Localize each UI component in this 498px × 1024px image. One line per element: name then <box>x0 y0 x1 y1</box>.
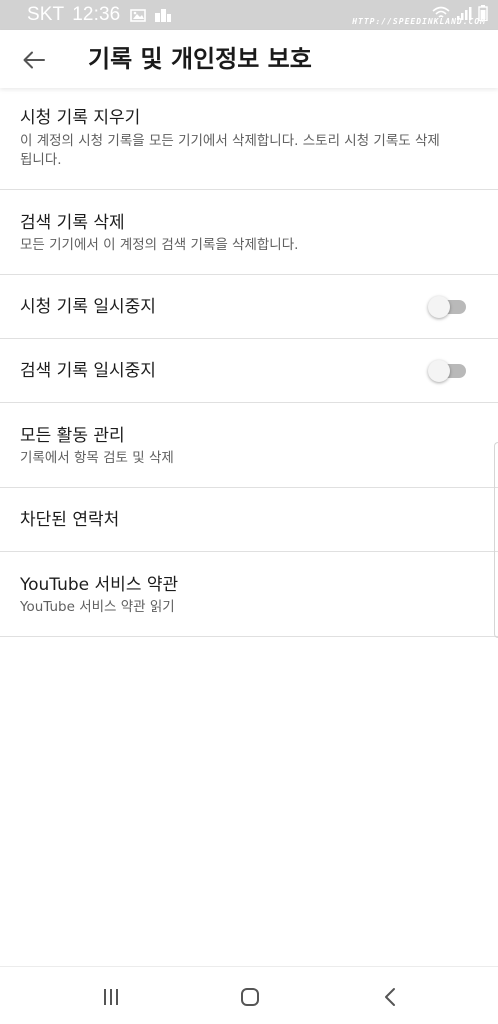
setting-description: 기록에서 항목 검토 및 삭제 <box>20 450 174 466</box>
setting-clear-search-history[interactable]: 검색 기록 삭제 모든 기기에서 이 계정의 검색 기록을 삭제합니다. <box>0 190 498 275</box>
setting-description: 이 계정의 시청 기록을 모든 기기에서 삭제합니다. 스토리 시청 기록도 삭… <box>20 133 440 168</box>
setting-title: 모든 활동 관리 <box>20 426 125 446</box>
page-title: 기록 및 개인정보 보호 <box>88 45 312 73</box>
setting-clear-watch-history[interactable]: 시청 기록 지우기 이 계정의 시청 기록을 모든 기기에서 삭제합니다. 스토… <box>0 88 498 190</box>
status-left: SKT 12:36 <box>27 4 172 26</box>
toggle-thumb <box>428 296 450 318</box>
setting-youtube-terms[interactable]: YouTube 서비스 약관 YouTube 서비스 약관 읽기 <box>0 552 498 637</box>
pause-search-history-toggle[interactable] <box>428 359 466 383</box>
pause-watch-history-toggle[interactable] <box>428 295 466 319</box>
watermark: HTTP://SPEEDINKLAND.COM <box>352 17 486 26</box>
navigation-bar <box>0 966 498 1024</box>
setting-title: YouTube 서비스 약관 <box>20 575 179 595</box>
setting-manage-all-activity[interactable]: 모든 활동 관리 기록에서 항목 검토 및 삭제 <box>0 403 498 488</box>
toggle-thumb <box>428 360 450 382</box>
carrier-label: SKT <box>27 4 65 25</box>
setting-pause-watch-history[interactable]: 시청 기록 일시중지 <box>0 275 498 339</box>
image-icon <box>130 8 147 22</box>
setting-description: YouTube 서비스 약관 읽기 <box>20 599 175 615</box>
setting-blocked-contacts[interactable]: 차단된 연락처 <box>0 488 498 552</box>
home-icon <box>240 987 260 1007</box>
clock: 12:36 <box>72 4 121 25</box>
back-icon <box>383 987 397 1007</box>
setting-description: 모든 기기에서 이 계정의 검색 기록을 삭제합니다. <box>20 237 299 253</box>
recent-apps-icon <box>101 988 121 1006</box>
back-button[interactable] <box>18 44 50 76</box>
setting-title: 시청 기록 지우기 <box>20 108 141 128</box>
app-bar: 기록 및 개인정보 보호 <box>0 30 498 88</box>
edge-panel-handle[interactable] <box>494 442 498 638</box>
nav-back-button[interactable] <box>374 981 406 1013</box>
buildings-icon <box>154 8 172 22</box>
setting-title: 검색 기록 삭제 <box>20 213 125 233</box>
back-arrow-icon <box>23 51 45 69</box>
status-bar: SKT 12:36 HTTP://SPEEDINKLAND.COM <box>0 0 498 30</box>
settings-list: 시청 기록 지우기 이 계정의 시청 기록을 모든 기기에서 삭제합니다. 스토… <box>0 88 498 637</box>
setting-pause-search-history[interactable]: 검색 기록 일시중지 <box>0 339 498 403</box>
setting-title: 시청 기록 일시중지 <box>20 297 156 317</box>
setting-title: 검색 기록 일시중지 <box>20 361 156 381</box>
home-button[interactable] <box>234 981 266 1013</box>
setting-title: 차단된 연락처 <box>20 510 120 530</box>
recent-apps-button[interactable] <box>95 981 127 1013</box>
